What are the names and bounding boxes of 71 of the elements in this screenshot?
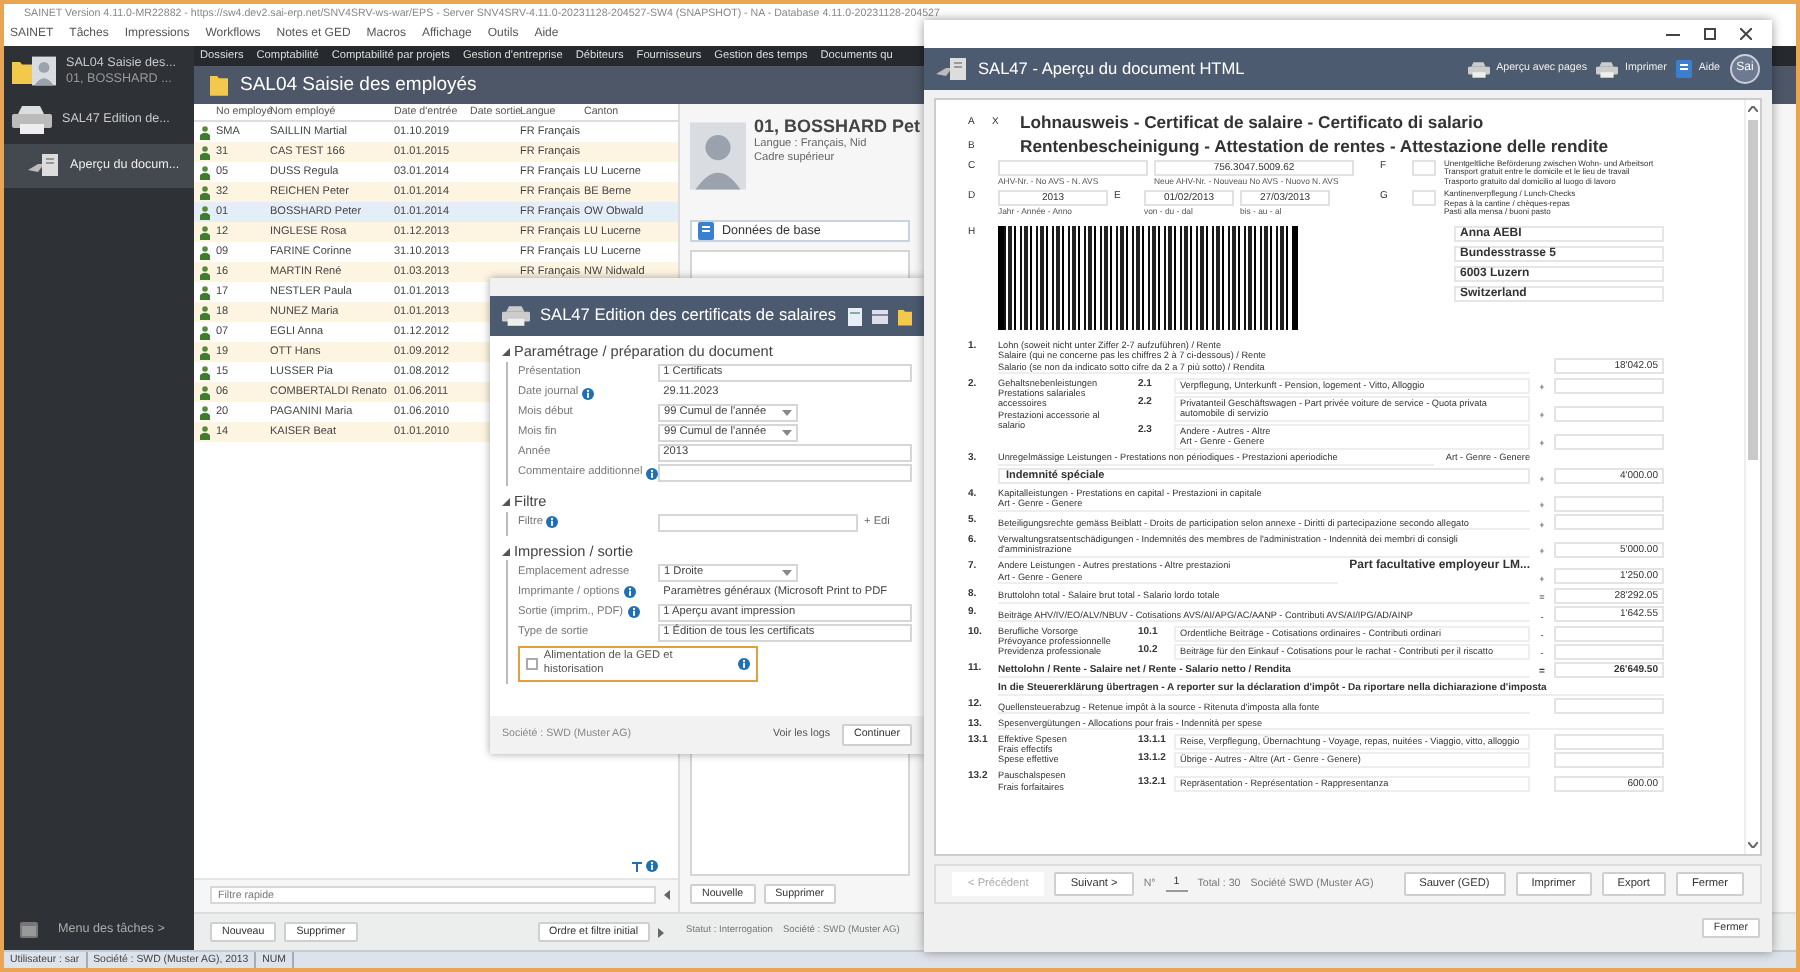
form-title: Lohnausweis - Certificat de salaire - Certificato di salario (1020, 112, 1484, 133)
employee-name: 01, BOSSHARD Pet (754, 116, 921, 138)
folder-icon[interactable] (898, 307, 912, 325)
table-icon[interactable] (872, 309, 888, 323)
small-field (1412, 189, 1436, 206)
person-icon (200, 365, 210, 379)
caret-icon (782, 410, 792, 417)
amount-field (1554, 433, 1664, 450)
photo-placeholder (690, 116, 746, 196)
form-title: Rentenbescheinigung - Attestation de rentes - Attestazione delle rendite (1020, 135, 1608, 157)
person-icon (200, 225, 210, 239)
amount-field (1554, 625, 1664, 642)
amount-field (1554, 751, 1664, 768)
info-icon[interactable] (738, 657, 750, 670)
scrollbar-thumb[interactable] (1748, 120, 1758, 460)
info-icon[interactable] (623, 586, 636, 599)
filter-icon[interactable] (632, 862, 642, 872)
document-icon (28, 154, 60, 179)
folder-icon (12, 58, 32, 87)
person-icon (200, 245, 210, 259)
person-icon (200, 285, 210, 299)
person-icon (200, 265, 210, 279)
module-title: SAL04 Saisie des employés (240, 73, 477, 97)
document-icon[interactable] (848, 307, 862, 325)
printer-icon (1596, 61, 1619, 77)
avatar-icon (32, 56, 56, 87)
person-icon (200, 405, 210, 419)
printer-icon (12, 106, 52, 135)
amount-field (1554, 514, 1664, 531)
info-icon[interactable] (627, 606, 640, 619)
expand-arrow-icon[interactable] (658, 927, 664, 937)
small-field (1412, 159, 1436, 176)
collapse-arrow-icon[interactable] (664, 890, 670, 900)
document-icon (936, 57, 968, 81)
folder-icon (210, 74, 228, 96)
close-icon[interactable] (1740, 28, 1752, 40)
amount-field (1554, 495, 1664, 512)
amount-field (1554, 643, 1664, 660)
info-icon[interactable] (582, 387, 595, 400)
collapse-icon[interactable] (502, 348, 510, 357)
person-icon (200, 205, 210, 219)
info-icon[interactable] (646, 860, 658, 872)
amount-field (1554, 733, 1664, 750)
person-icon (200, 185, 210, 199)
caret-icon (782, 430, 792, 437)
scroll-down-icon[interactable] (1748, 842, 1758, 848)
input-field[interactable] (658, 514, 858, 532)
person-icon (200, 325, 210, 339)
preview-title: SAL47 - Aperçu du document HTML (978, 59, 1247, 79)
book-icon (698, 222, 714, 240)
info-icon[interactable] (646, 467, 659, 480)
person-icon (200, 125, 210, 139)
collapse-icon[interactable] (502, 547, 510, 556)
person-icon (200, 345, 210, 359)
printer-icon (502, 306, 530, 326)
collapse-icon[interactable] (502, 498, 510, 507)
input-field[interactable] (658, 464, 912, 483)
minimize-icon[interactable] (1666, 33, 1680, 35)
maximize-icon[interactable] (1704, 28, 1716, 40)
person-icon (200, 425, 210, 439)
amount-field (1554, 377, 1664, 394)
person-icon (200, 145, 210, 159)
person-icon (200, 385, 210, 399)
person-icon (200, 165, 210, 179)
amount-field (1554, 405, 1664, 422)
scroll-up-icon[interactable] (1748, 106, 1758, 112)
info-icon[interactable] (546, 516, 559, 529)
printer-icon (1468, 61, 1491, 77)
book-icon (1676, 60, 1693, 78)
person-icon (200, 305, 210, 319)
caret-icon (782, 569, 792, 576)
